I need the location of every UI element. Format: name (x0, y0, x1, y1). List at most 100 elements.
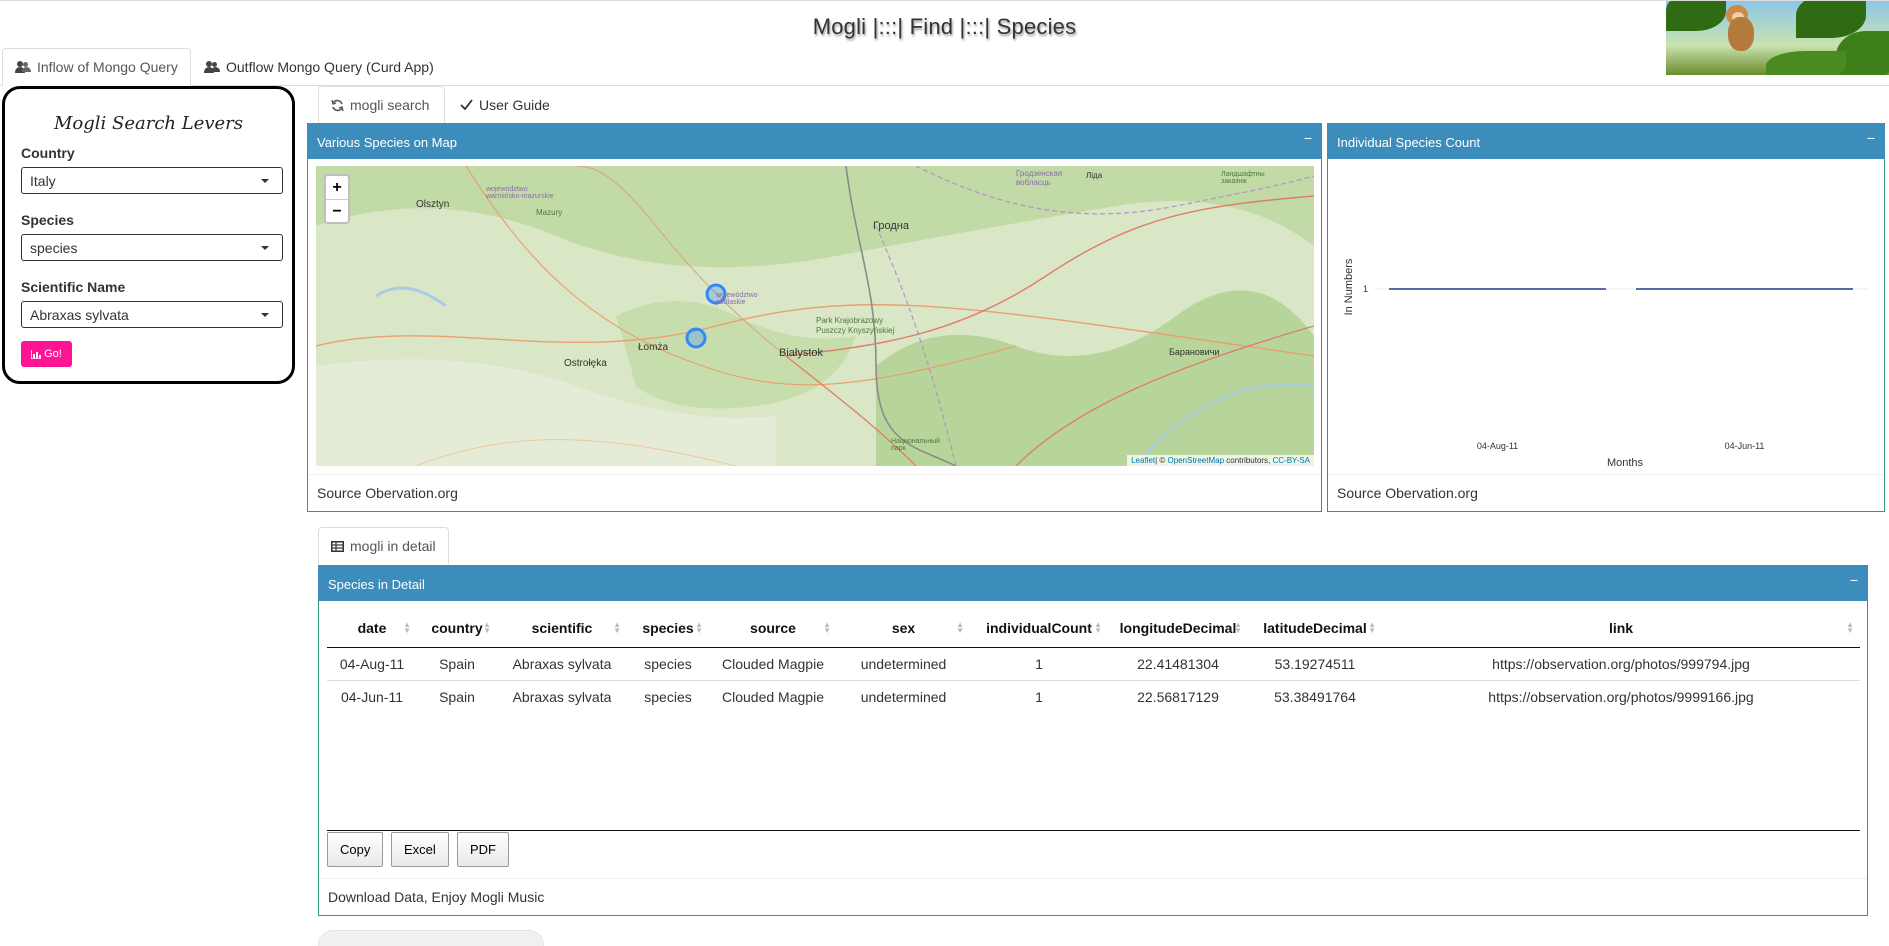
collapse-icon[interactable]: − (1867, 130, 1875, 146)
tab-label: Outflow Mongo Query (Curd App) (226, 59, 434, 75)
map-label: województwo warmińsko-mazurskie (486, 186, 554, 200)
attribution-sep: | © (1155, 456, 1168, 465)
chevron-down-icon (261, 313, 269, 317)
users-icon (15, 61, 31, 73)
sort-icon: ▲ ▼ (1368, 620, 1376, 635)
sort-icon: ▲ ▼ (403, 620, 411, 635)
country-label: Country (21, 145, 75, 161)
column-header-label: individualCount (986, 619, 1092, 636)
column-header-longitudedecimal[interactable]: longitudeDecimal ▲ ▼ (1108, 609, 1248, 648)
column-header-sex[interactable]: sex ▲ ▼ (837, 609, 970, 648)
x-tick-label: 04-Jun-11 (1725, 441, 1765, 451)
column-header-link[interactable]: link ▲ ▼ (1382, 609, 1860, 648)
chart-panel-footer: Source Obervation.org (1328, 474, 1884, 511)
cell-source: Clouded Magpie (709, 679, 837, 713)
map-panel-title: Various Species on Map (317, 135, 457, 150)
search-sidebar: Mogli Search Levers Country Italy Specie… (2, 86, 295, 384)
osm-link[interactable]: OpenStreetMap (1168, 456, 1224, 465)
detail-panel-header: Species in Detail − (318, 565, 1868, 601)
zoom-out-button[interactable]: − (326, 199, 348, 222)
sidebar-title: Mogli Search Levers (53, 113, 243, 134)
map-label: Ліда (1086, 171, 1103, 180)
map-label: Puszczy Knyszyńskiej (816, 326, 895, 335)
cell-sex: undetermined (860, 655, 947, 672)
map-label: Ландшафтны заказнік (1221, 171, 1265, 185)
cell-species: species (644, 655, 692, 672)
zoom-in-button[interactable]: + (326, 176, 348, 199)
leaflet-link[interactable]: Leaflet (1131, 456, 1155, 465)
tab-mogli-search[interactable]: mogli search (318, 86, 445, 123)
collapse-icon[interactable]: − (1850, 572, 1858, 588)
bar-chart-icon (31, 349, 42, 359)
map-label: Park Krajobrazowy (816, 316, 884, 325)
column-header-scientific[interactable]: scientific ▲ ▼ (497, 609, 627, 648)
species-value: species (30, 240, 78, 256)
detail-panel-title: Species in Detail (328, 577, 425, 592)
species-label: Species (21, 212, 74, 228)
column-header-individualcount[interactable]: individualCount ▲ ▼ (970, 609, 1108, 648)
column-header-source[interactable]: source ▲ ▼ (709, 609, 837, 648)
map-tiles (316, 166, 1314, 466)
zoom-control: + − (324, 174, 350, 224)
sort-icon: ▲ ▼ (1234, 620, 1242, 635)
species-map[interactable]: Olsztyn Гродна Łomża Ostrołęka Białystok… (316, 166, 1314, 466)
table-row[interactable]: 04-Aug-11 Spain Abraxas sylvata species Clou… (327, 647, 1860, 680)
map-label: Olsztyn (416, 199, 450, 210)
map-label: Białystok (779, 347, 824, 359)
chart-panel-header: Individual Species Count − (1327, 123, 1885, 159)
sort-icon: ▲ ▼ (956, 620, 964, 635)
map-panel-footer: Source Obervation.org (308, 474, 1321, 511)
bottom-panel-edge (318, 930, 544, 946)
cell-date: 04-Aug-11 (339, 655, 405, 672)
map-panel: Various Species on Map − Olsztyn Гродна … (307, 123, 1322, 512)
map-label: Mazury (536, 208, 563, 217)
copy-button[interactable]: Copy (327, 832, 384, 867)
country-value: Italy (30, 173, 56, 189)
table-bottom-border (327, 830, 1860, 831)
table-icon (331, 540, 344, 552)
users-icon (204, 61, 220, 73)
main-tab-bar: Inflow of Mongo Query Outflow Mongo Quer… (0, 48, 1889, 86)
column-header-species[interactable]: species ▲ ▼ (627, 609, 709, 648)
detail-panel-footer: Download Data, Enjoy Mogli Music (319, 878, 1867, 915)
column-header-country[interactable]: country ▲ ▼ (417, 609, 497, 648)
excel-button[interactable]: Excel (391, 832, 449, 867)
refresh-icon (331, 99, 344, 111)
column-header-latitudedecimal[interactable]: latitudeDecimal ▲ ▼ (1248, 609, 1382, 648)
map-label: Гродзенская вобласць (1016, 169, 1063, 187)
cell-link: https://observation.org/photos/9999166.j… (1382, 679, 1860, 713)
cell-individualcount: 1 (970, 679, 1108, 713)
chart-panel-title: Individual Species Count (1337, 135, 1481, 150)
scientific-name-select[interactable]: Abraxas sylvata (21, 301, 283, 328)
tab-mogli-in-detail[interactable]: mogli in detail (318, 527, 449, 564)
column-header-label: species (642, 619, 694, 636)
table-row[interactable]: 04-Jun-11 Spain Abraxas sylvata species Clou… (327, 679, 1860, 713)
tab-inflow-mongo-query[interactable]: Inflow of Mongo Query (2, 48, 191, 86)
license-link[interactable]: CC-BY-SA (1273, 456, 1311, 465)
go-button[interactable]: Go! (21, 341, 72, 367)
tab-user-guide[interactable]: User Guide (448, 86, 562, 123)
collapse-icon[interactable]: − (1304, 130, 1312, 146)
map-label: Łomża (638, 342, 669, 353)
cell-scientific: Abraxas sylvata (512, 655, 612, 672)
chart-y-axis-label: In Numbers (1343, 258, 1355, 315)
species-count-chart: In Numbers Months 1 04-Aug-11 04-Jun-11 (1343, 258, 1868, 469)
cell-country: Spain (417, 679, 497, 713)
map-attribution: Leaflet| © OpenStreetMap contributors, C… (1127, 455, 1314, 466)
map-label: Национальный парк (891, 438, 941, 452)
cell-longitudedecimal: 22.41481304 (1137, 655, 1219, 672)
chevron-down-icon (261, 179, 269, 183)
column-header-date[interactable]: date ▲ ▼ (327, 609, 417, 648)
column-header-label: latitudeDecimal (1263, 619, 1367, 636)
tab-outflow-mongo-query[interactable]: Outflow Mongo Query (Curd App) (192, 48, 446, 86)
sort-icon: ▲ ▼ (1846, 620, 1854, 635)
map-label: województwo podlaskie (716, 292, 758, 306)
chart-x-axis-label: Months (1607, 457, 1644, 469)
species-select[interactable]: species (21, 234, 283, 261)
scientific-name-value: Abraxas sylvata (30, 307, 129, 323)
app-title: Mogli |:::| Find |:::| Species (812, 14, 1077, 39)
pdf-button[interactable]: PDF (457, 832, 509, 867)
country-select[interactable]: Italy (21, 167, 283, 194)
cell-latitudedecimal: 53.38491764 (1248, 679, 1382, 713)
y-tick-label: 1 (1363, 284, 1368, 294)
